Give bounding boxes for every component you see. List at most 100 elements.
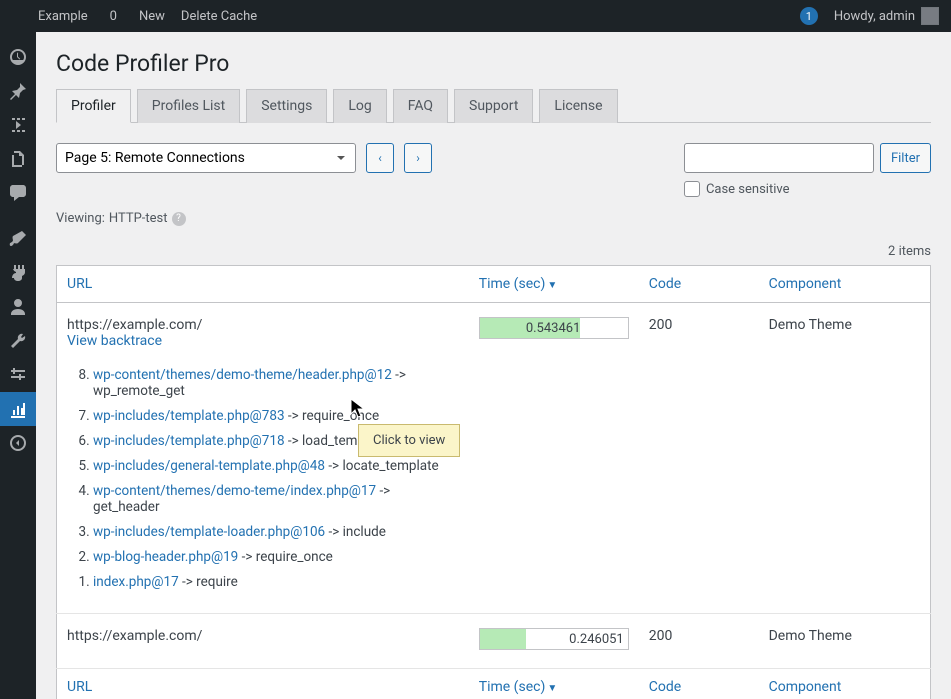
sidebar-comments[interactable] [0, 176, 36, 210]
notification-badge[interactable]: 1 [800, 7, 818, 25]
sidebar-plugins[interactable] [0, 256, 36, 290]
comment-count: 0 [110, 9, 117, 24]
avatar [921, 7, 939, 25]
time-bar: 0.246051 [479, 628, 629, 650]
howdy-text: Howdy, admin [834, 9, 915, 24]
time-bar: 0.543461 [479, 317, 629, 339]
col-component-footer[interactable]: Component [769, 679, 842, 695]
col-url-footer[interactable]: URL [67, 679, 92, 695]
backtrace-item: wp-includes/general-template.php@48 -> l… [93, 458, 459, 474]
row-component: Demo Theme [759, 303, 931, 614]
view-backtrace-link[interactable]: View backtrace [67, 333, 162, 349]
sort-desc-icon: ▼ [547, 683, 557, 694]
new-content[interactable]: New [125, 0, 173, 32]
backtrace-file-link[interactable]: wp-content/themes/demo-teme/index.php@17 [93, 483, 376, 499]
wp-logo[interactable] [8, 0, 24, 32]
backtrace-file-link[interactable]: wp-includes/template.php@783 [93, 408, 285, 424]
backtrace-file-link[interactable]: wp-blog-header.php@19 [93, 549, 238, 565]
filter-button[interactable]: Filter [880, 143, 931, 173]
items-count: 2 items [56, 244, 931, 259]
cursor-icon [350, 398, 366, 420]
site-name: Example [38, 9, 88, 24]
tab-log[interactable]: Log [333, 89, 386, 123]
sort-desc-icon: ▼ [547, 280, 557, 291]
brush-icon [8, 229, 28, 249]
case-sensitive-checkbox[interactable]: Case sensitive [684, 181, 790, 197]
comments[interactable]: 0 [96, 0, 125, 32]
backtrace-list: wp-content/themes/demo-theme/header.php@… [93, 367, 459, 590]
admin-bar: Example 0 New Delete Cache 1 Howdy, admi… [0, 0, 951, 32]
nav-tabs: ProfilerProfiles ListSettingsLogFAQSuppo… [56, 89, 931, 123]
sidebar-settings[interactable] [0, 358, 36, 392]
time-value: 0.543461 [526, 318, 581, 338]
col-time-footer[interactable]: Time (sec)▼ [479, 679, 557, 695]
table-row: https://example.com/0.246051 200Demo Them… [57, 614, 931, 669]
backtrace-item: wp-content/themes/demo-theme/header.php@… [93, 367, 459, 399]
wrench-icon [8, 331, 28, 351]
sidebar-profiler[interactable] [0, 392, 36, 426]
table-row: https://example.com/View backtrace wp-con… [57, 303, 931, 614]
admin-sidebar [0, 32, 36, 699]
sidebar-tools[interactable] [0, 324, 36, 358]
col-url-header[interactable]: URL [67, 276, 92, 292]
backtrace-file-link[interactable]: wp-content/themes/demo-theme/header.php@… [93, 367, 392, 383]
row-component: Demo Theme [759, 614, 931, 669]
col-component-header[interactable]: Component [769, 276, 842, 292]
backtrace-file-link[interactable]: wp-includes/template.php@718 [93, 433, 285, 449]
col-time-header[interactable]: Time (sec)▼ [479, 276, 557, 292]
pages-icon [8, 149, 28, 169]
tab-profiles-list[interactable]: Profiles List [137, 89, 240, 123]
next-page-button[interactable]: › [404, 143, 432, 173]
media-icon [8, 115, 28, 135]
viewing-line: Viewing: HTTP-test ? [56, 211, 931, 226]
chart-icon [8, 399, 28, 419]
page-select[interactable]: Page 5: Remote Connections [56, 143, 356, 173]
results-table: URL Time (sec)▼ Code Component https://e… [56, 265, 931, 699]
row-url: https://example.com/ [67, 628, 459, 644]
filter-input[interactable] [684, 143, 874, 173]
tab-support[interactable]: Support [454, 89, 533, 123]
delete-cache[interactable]: Delete Cache [173, 0, 265, 32]
tab-settings[interactable]: Settings [246, 89, 327, 123]
collapse-icon [8, 433, 28, 453]
sliders-icon [8, 365, 28, 385]
help-icon[interactable]: ? [172, 212, 186, 226]
sidebar-posts[interactable] [0, 74, 36, 108]
backtrace-item: index.php@17 -> require [93, 574, 459, 590]
sidebar-users[interactable] [0, 290, 36, 324]
row-code: 200 [639, 303, 759, 614]
backtrace-item: wp-includes/template.php@783 -> require_… [93, 408, 459, 424]
backtrace-file-link[interactable]: wp-includes/general-template.php@48 [93, 458, 325, 474]
checkbox-icon [684, 181, 700, 197]
col-code-footer[interactable]: Code [649, 679, 681, 695]
sidebar-dashboard[interactable] [0, 40, 36, 74]
sidebar-media[interactable] [0, 108, 36, 142]
col-code-header[interactable]: Code [649, 276, 681, 292]
page-title: Code Profiler Pro [56, 50, 931, 77]
prev-page-button[interactable]: ‹ [366, 143, 394, 173]
toolbar: Page 5: Remote Connections ‹ › Filter Ca… [56, 143, 931, 197]
backtrace-item: wp-blog-header.php@19 -> require_once [93, 549, 459, 565]
sidebar-collapse[interactable] [0, 426, 36, 460]
backtrace-item: wp-includes/template.php@718 -> load_tem… [93, 433, 459, 449]
site-home[interactable]: Example [24, 0, 96, 32]
plug-icon [8, 263, 28, 283]
my-account[interactable]: Howdy, admin [826, 0, 943, 32]
sidebar-pages[interactable] [0, 142, 36, 176]
backtrace-item: wp-includes/template-loader.php@106 -> i… [93, 524, 459, 540]
row-url: https://example.com/ [67, 317, 459, 333]
tab-profiler[interactable]: Profiler [56, 89, 131, 123]
comments-icon [8, 183, 28, 203]
user-icon [8, 297, 28, 317]
time-value: 0.246051 [569, 629, 624, 649]
backtrace-item: wp-content/themes/demo-teme/index.php@17… [93, 483, 459, 515]
tab-faq[interactable]: FAQ [393, 89, 448, 123]
dashboard-icon [8, 47, 28, 67]
sidebar-appearance[interactable] [0, 222, 36, 256]
pin-icon [8, 81, 28, 101]
new-label: New [139, 9, 165, 24]
tab-license[interactable]: License [539, 89, 617, 123]
backtrace-file-link[interactable]: wp-includes/template-loader.php@106 [93, 524, 325, 540]
backtrace-file-link[interactable]: index.php@17 [93, 574, 179, 590]
row-code: 200 [639, 614, 759, 669]
